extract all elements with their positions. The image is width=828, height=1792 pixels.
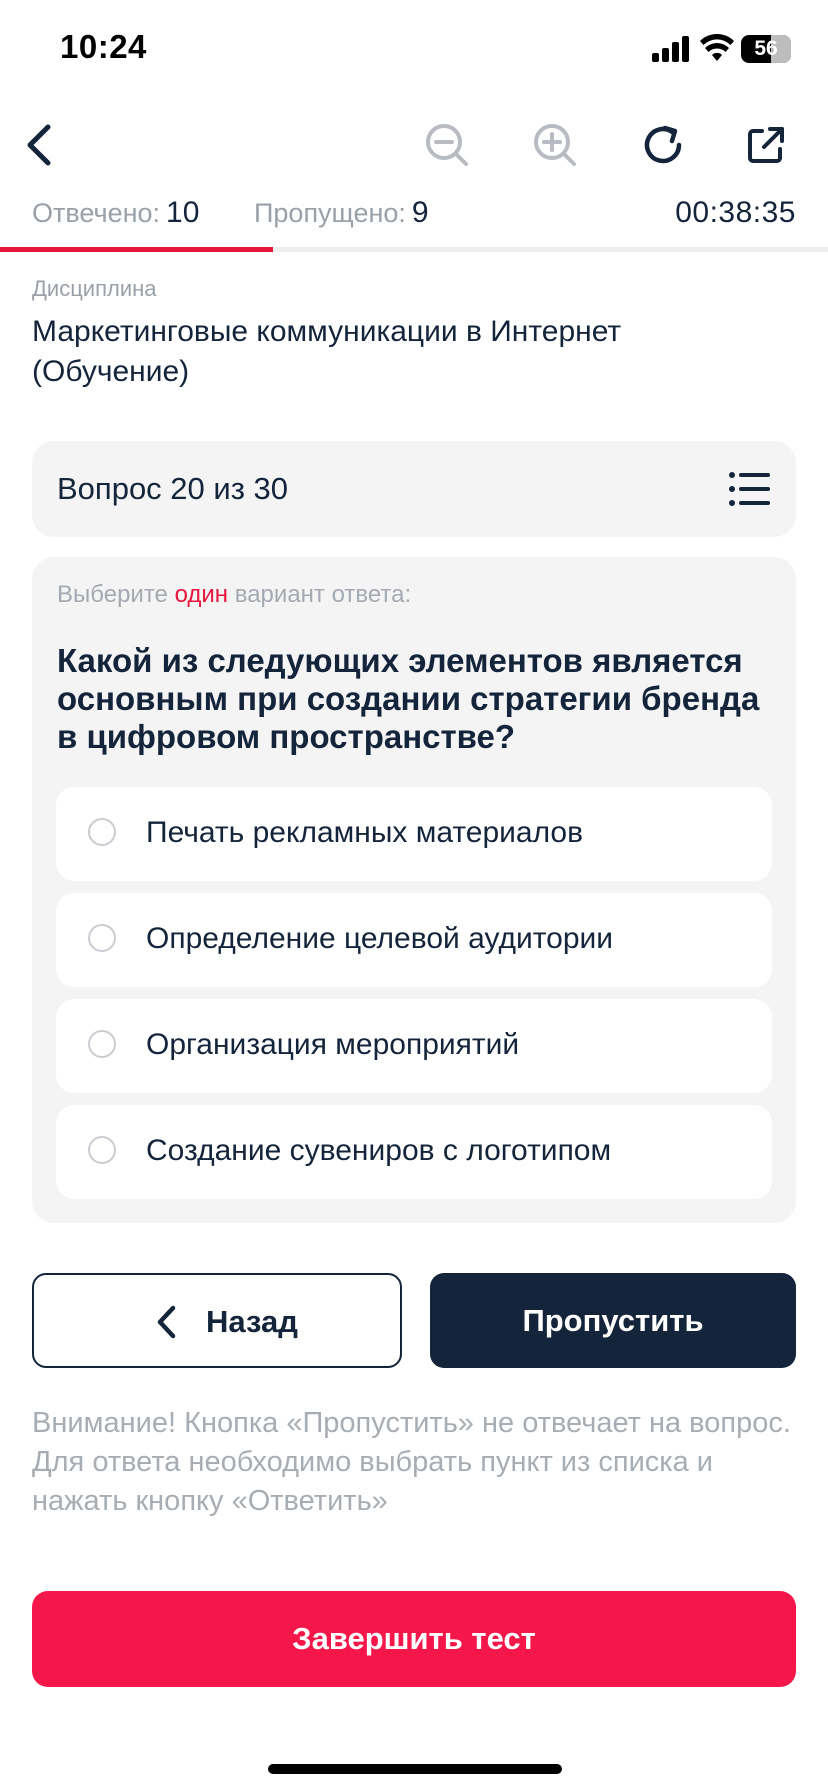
answer-option-label: Печать рекламных материалов xyxy=(146,816,584,849)
answer-option[interactable]: Создание сувениров с логотипом xyxy=(56,1105,772,1199)
cellular-signal-icon xyxy=(652,36,690,62)
question-counter: Вопрос 20 из 30 xyxy=(57,471,289,506)
discipline-title: Маркетинговые коммуникации в Интернет (О… xyxy=(32,315,622,388)
radio-button[interactable] xyxy=(88,818,116,846)
battery-level: 56 xyxy=(754,37,778,60)
timer: 00:38:35 xyxy=(675,196,796,229)
answer-option-label: Организация мероприятий xyxy=(146,1028,520,1061)
answered-value: 10 xyxy=(166,196,200,229)
radio-button[interactable] xyxy=(88,1136,116,1164)
skipped-value: 9 xyxy=(411,196,429,229)
answered-counter: Отвечено: 10 xyxy=(32,196,199,230)
previous-question-button[interactable]: Назад xyxy=(32,1273,402,1368)
question-text: Какой из следующих элементов является ос… xyxy=(57,642,760,755)
chevron-left-icon xyxy=(157,1305,176,1339)
zoom-in-button[interactable] xyxy=(520,110,590,180)
refresh-icon xyxy=(644,125,682,164)
instruction-prefix: Выберите xyxy=(57,581,175,608)
test-stats: Отвечено: 10 Пропущено: 9 00:38:35 xyxy=(32,196,796,236)
answered-label: Отвечено: xyxy=(32,198,161,228)
toolbar xyxy=(0,110,828,180)
zoom-out-button[interactable] xyxy=(412,110,482,180)
skip-notice: Внимание! Кнопка «Пропустить» не отвечае… xyxy=(32,1407,791,1517)
answer-option[interactable]: Печать рекламных материалов xyxy=(56,787,772,881)
home-indicator xyxy=(268,1764,562,1774)
status-time: 10:24 xyxy=(60,28,147,65)
radio-button[interactable] xyxy=(88,1030,116,1058)
refresh-button[interactable] xyxy=(629,110,699,180)
answer-option[interactable]: Определение целевой аудитории xyxy=(56,893,772,987)
skipped-label: Пропущено: xyxy=(254,198,406,228)
skipped-counter: Пропущено: 9 xyxy=(254,196,429,230)
instruction-accent: один xyxy=(174,581,229,608)
back-button[interactable] xyxy=(4,110,74,180)
external-link-icon xyxy=(748,127,784,163)
wifi-icon xyxy=(700,34,734,61)
question-list-button[interactable] xyxy=(728,469,770,509)
open-external-button[interactable] xyxy=(731,110,801,180)
answer-instruction: Выберите один вариант ответа: xyxy=(57,581,411,609)
battery-icon: 56 xyxy=(741,35,791,63)
zoom-out-icon xyxy=(426,124,468,166)
answer-option-label: Определение целевой аудитории xyxy=(146,922,614,955)
status-bar: 10:24 56 xyxy=(0,0,828,100)
skip-button[interactable]: Пропустить xyxy=(430,1273,796,1368)
list-icon xyxy=(729,472,770,506)
instruction-suffix: вариант ответа: xyxy=(228,581,412,608)
discipline-label: Дисциплина xyxy=(32,276,157,301)
progress-bar-fill xyxy=(0,247,274,252)
question-card: Выберите один вариант ответа: Какой из с… xyxy=(32,557,796,1223)
back-chevron-icon xyxy=(27,124,51,166)
zoom-in-icon xyxy=(534,124,576,166)
question-header: Вопрос 20 из 30 xyxy=(32,441,796,537)
finish-test-button[interactable]: Завершить тест xyxy=(32,1591,796,1687)
back-button-label: Назад xyxy=(206,1304,298,1339)
radio-button[interactable] xyxy=(88,924,116,952)
progress-bar xyxy=(0,247,828,252)
answer-option-label: Создание сувениров с логотипом xyxy=(146,1134,612,1167)
answer-option[interactable]: Организация мероприятий xyxy=(56,999,772,1093)
